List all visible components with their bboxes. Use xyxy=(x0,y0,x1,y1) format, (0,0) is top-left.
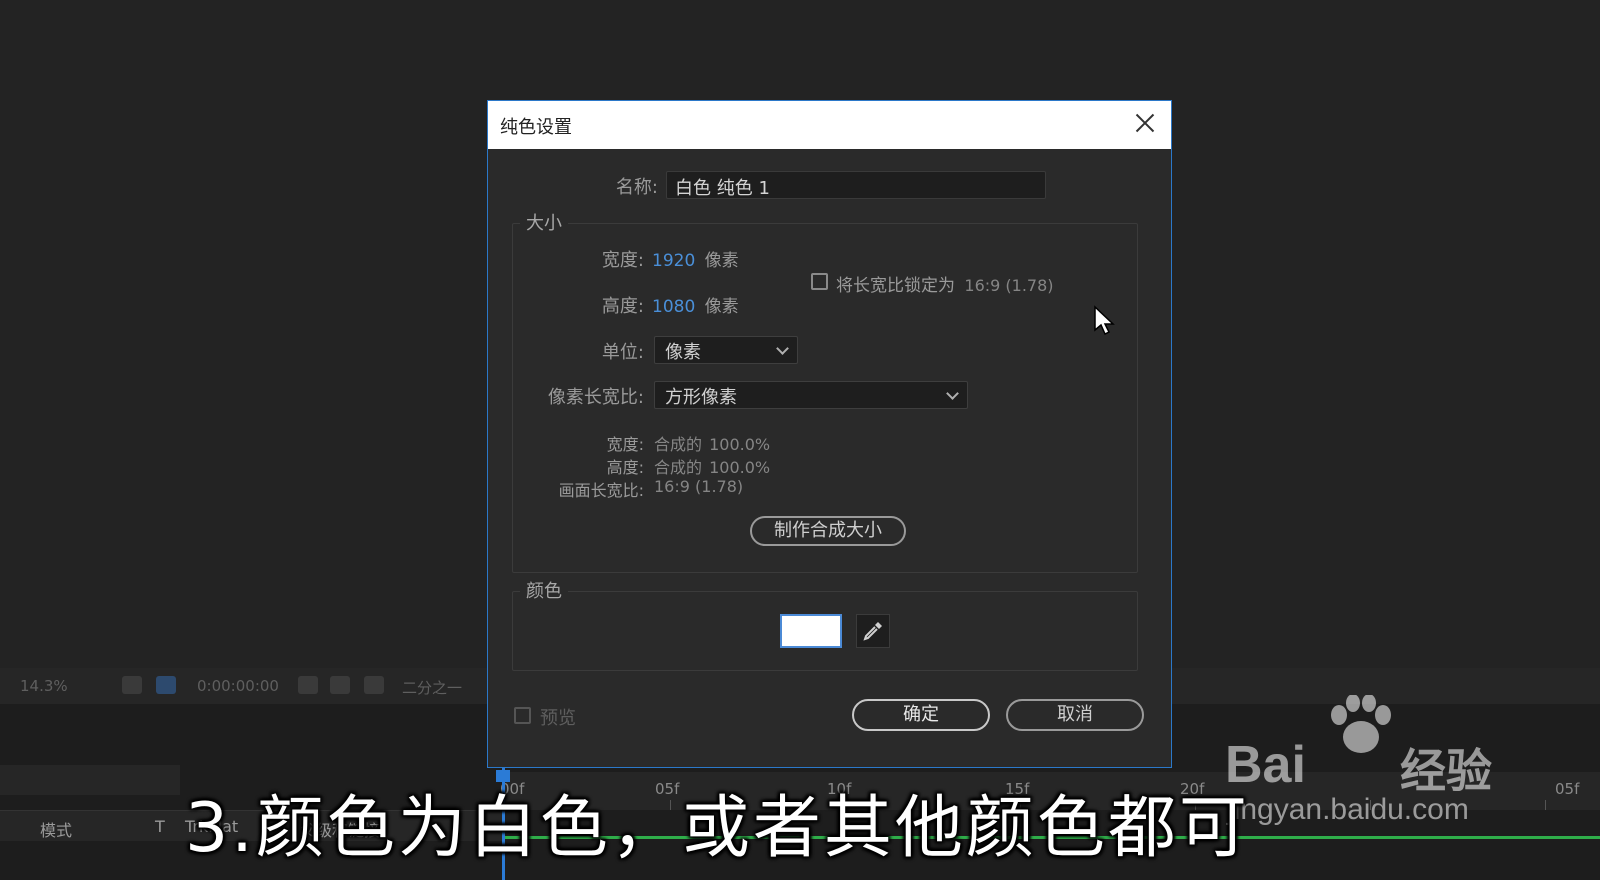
color-group-title: 颜色 xyxy=(520,577,568,603)
column-t[interactable]: T xyxy=(155,817,165,836)
mouse-cursor-icon xyxy=(1093,305,1117,337)
baidu-watermark: Bai 经验 jingyan.baidu.com xyxy=(1225,695,1525,845)
info-height-text: 合成的 xyxy=(654,458,703,477)
width-label: 宽度: xyxy=(601,250,644,271)
par-label: 像素长宽比: xyxy=(547,387,644,408)
height-value[interactable]: 1080 xyxy=(652,297,695,317)
resolution-select[interactable]: 二分之一 xyxy=(402,677,462,698)
eyedropper-icon xyxy=(863,622,882,641)
name-field[interactable]: 白色 纯色 1 xyxy=(666,171,1046,199)
size-group-title: 大小 xyxy=(520,209,568,235)
watermark-jingyan: 经验 xyxy=(1400,744,1492,798)
par-select-value: 方形像素 xyxy=(665,387,737,408)
preview-label: 预览 xyxy=(540,708,576,729)
dialog-titlebar[interactable]: 纯色设置 xyxy=(488,101,1171,149)
lock-ratio-label[interactable]: 将长宽比锁定为 xyxy=(836,276,955,296)
eyedropper-button[interactable] xyxy=(856,614,890,648)
watermark-url: jingyan.baidu.com xyxy=(1227,793,1469,826)
color-channels-icon[interactable] xyxy=(364,676,384,694)
color-swatch[interactable] xyxy=(780,614,842,648)
tutorial-caption: 3.颜色为白色，或者其他颜色都可 xyxy=(185,789,1250,868)
height-label: 高度: xyxy=(601,296,644,317)
ruler-label: 05f xyxy=(1555,780,1580,798)
viewer-toolbar: 14.3% 0:00:00:00 二分之一 xyxy=(0,668,500,704)
paw-logo-icon xyxy=(1331,695,1391,753)
close-icon[interactable] xyxy=(1131,109,1159,137)
grid-toggle-icon[interactable] xyxy=(122,676,142,694)
timecode[interactable]: 0:00:00:00 xyxy=(197,677,279,695)
info-width-pct: 100.0% xyxy=(709,435,771,454)
par-select[interactable]: 方形像素 xyxy=(654,381,968,409)
chevron-down-icon xyxy=(776,342,789,355)
unit-select[interactable]: 像素 xyxy=(654,336,798,364)
solid-settings-dialog: 纯色设置 名称: 白色 纯色 1 大小 宽度: 1920 像素 高度: 1080… xyxy=(487,100,1172,768)
lock-ratio-value: 16:9 (1.78) xyxy=(964,276,1054,295)
unit-select-value: 像素 xyxy=(665,342,701,363)
info-frame-label: 画面长宽比: xyxy=(558,481,644,500)
camera-icon[interactable] xyxy=(298,676,318,694)
name-label: 名称: xyxy=(615,177,658,198)
zoom-level[interactable]: 14.3% xyxy=(20,677,68,695)
height-unit: 像素 xyxy=(704,297,739,317)
mask-toggle-icon[interactable] xyxy=(156,676,176,694)
width-value[interactable]: 1920 xyxy=(652,251,695,271)
dialog-title: 纯色设置 xyxy=(500,117,572,138)
width-unit: 像素 xyxy=(704,251,739,271)
info-height-pct: 100.0% xyxy=(709,458,771,477)
info-height-label: 高度: xyxy=(606,458,644,477)
lock-ratio-checkbox[interactable] xyxy=(811,273,828,290)
info-width-text: 合成的 xyxy=(654,435,703,454)
cancel-button[interactable]: 取消 xyxy=(1006,699,1144,731)
ok-button[interactable]: 确定 xyxy=(852,699,990,731)
ruler-tick xyxy=(1545,800,1546,810)
chevron-down-icon xyxy=(946,387,959,400)
make-comp-size-button[interactable]: 制作合成大小 xyxy=(750,516,906,546)
timeline-search-field[interactable] xyxy=(0,765,180,795)
channel-icon[interactable] xyxy=(330,676,350,694)
unit-label: 单位: xyxy=(601,342,644,363)
info-frame-value: 16:9 (1.78) xyxy=(654,477,744,496)
column-mode[interactable]: 模式 xyxy=(40,817,72,841)
info-width-label: 宽度: xyxy=(606,435,644,454)
preview-checkbox[interactable] xyxy=(514,707,531,724)
